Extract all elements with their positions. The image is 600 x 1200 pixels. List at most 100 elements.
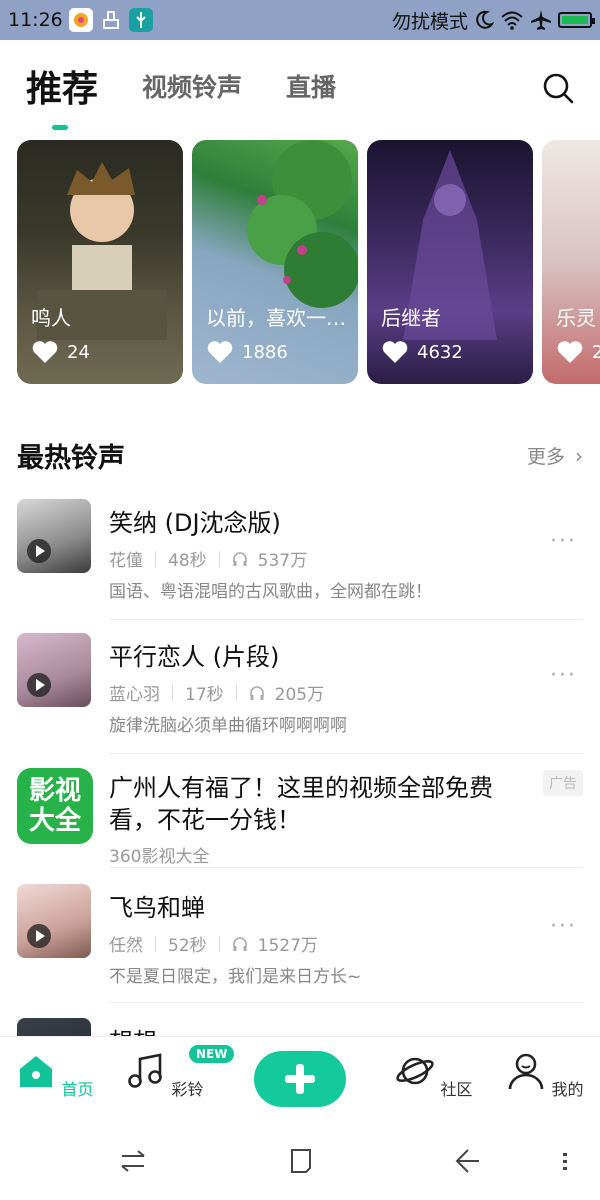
- list-item[interactable]: 笑纳 (DJ沈念版) 花僮 48秒 537万 国语、粤语混唱的古风歌曲，全网都在…: [17, 499, 583, 620]
- row-divider: [109, 867, 583, 868]
- section-title: 最热铃声: [17, 443, 125, 474]
- battery-icon: [558, 12, 595, 28]
- ringtone-thumbnail: [17, 884, 91, 958]
- ad-badge: 广告: [543, 770, 583, 796]
- likes-count: 1886: [242, 341, 288, 363]
- ad-app-icon: 影视大全: [17, 768, 93, 844]
- home-square-icon[interactable]: [286, 1146, 316, 1176]
- headphones-icon: [249, 685, 264, 700]
- headphones-icon: [232, 551, 247, 566]
- card-title: 后继者: [381, 306, 441, 330]
- heart-icon: [382, 341, 408, 363]
- nav-profile-label: 我的: [551, 1080, 584, 1099]
- list-item[interactable]: 飞鸟和蝉 任然 52秒 1527万 不是夏日限定，我们是来日方长~ ···: [17, 884, 583, 1003]
- system-nav: [0, 1124, 600, 1200]
- nav-home-label: 首页: [61, 1080, 94, 1099]
- menu-dots-icon[interactable]: [557, 1146, 573, 1176]
- more-options-icon[interactable]: ···: [550, 663, 577, 688]
- ringtone-plays: 537万: [257, 551, 308, 571]
- play-icon[interactable]: [27, 539, 51, 563]
- top-tabs: 推荐 视频铃声 直播: [0, 40, 600, 132]
- card-title: 以前，喜欢一个...: [206, 306, 356, 330]
- nav-community[interactable]: 社区: [394, 1051, 474, 1100]
- video-carousel: 鸣人 24 以前，喜欢一个... 1886 后继者 4632 乐灵 2: [17, 140, 600, 385]
- carousel-card[interactable]: 后继者 4632: [367, 140, 533, 384]
- list-item[interactable]: 平行恋人 (片段) 蓝心羽 17秒 205万 旋律洗脑必须单曲循环啊啊啊啊 ··…: [17, 633, 583, 754]
- moon-icon: [476, 10, 494, 29]
- ringtone-thumbnail: [17, 633, 91, 707]
- card-likes: 4632: [381, 340, 463, 364]
- carousel-card[interactable]: 以前，喜欢一个... 1886: [192, 140, 358, 384]
- heart-icon: [32, 341, 58, 363]
- ringtone-thumbnail: [17, 499, 91, 573]
- clean-icon: [99, 8, 123, 32]
- status-bar: 11:26 勿扰模式: [0, 0, 600, 40]
- ringtone-artist: 任然: [109, 936, 143, 956]
- row-divider: [109, 1002, 583, 1003]
- ringtone-info: 想想: [109, 1022, 549, 1036]
- ringtone-title: 想想: [109, 1022, 549, 1036]
- nav-home[interactable]: 首页: [15, 1051, 95, 1100]
- new-badge: NEW: [189, 1045, 235, 1063]
- heart-icon: [557, 341, 583, 363]
- ringtone-duration: 48秒: [168, 551, 207, 571]
- tab-live[interactable]: 直播: [286, 68, 336, 104]
- ringtone-meta: 花僮 48秒 537万: [109, 546, 549, 571]
- switch-icon[interactable]: [118, 1146, 148, 1176]
- ad-item[interactable]: 影视大全 广州人有福了！这里的视频全部免费看，不花一分钱！ 360影视大全 广告: [17, 768, 583, 868]
- airplane-icon: [531, 10, 551, 30]
- play-icon[interactable]: [27, 673, 51, 697]
- row-divider: [109, 753, 583, 754]
- add-button[interactable]: [254, 1051, 346, 1107]
- section-header: 最热铃声 更多 ›: [17, 436, 583, 475]
- divider: [172, 684, 173, 701]
- ringtone-plays: 205万: [274, 685, 325, 705]
- back-icon[interactable]: [452, 1146, 482, 1176]
- card-likes: 1886: [206, 340, 288, 364]
- headphones-icon: [232, 936, 247, 951]
- more-options-icon[interactable]: ···: [550, 914, 577, 939]
- ringtone-thumbnail: [17, 1018, 91, 1036]
- app-notification-icon: [68, 8, 93, 32]
- ringtone-meta: 任然 52秒 1527万: [109, 931, 549, 956]
- ringtone-desc: 国语、粤语混唱的古风歌曲，全网都在跳！: [109, 582, 432, 602]
- play-icon[interactable]: [27, 924, 51, 948]
- chevron-right-icon: ›: [575, 443, 583, 468]
- more-link[interactable]: 更多 ›: [527, 442, 583, 469]
- more-options-icon[interactable]: ···: [550, 529, 577, 554]
- carousel-card[interactable]: 鸣人 24: [17, 140, 183, 384]
- ringtone-meta: 蓝心羽 17秒 205万: [109, 680, 549, 705]
- home-icon: [20, 1056, 53, 1087]
- ad-source: 360影视大全: [109, 847, 210, 867]
- tab-video-ringtone[interactable]: 视频铃声: [142, 68, 242, 104]
- nav-profile[interactable]: 我的: [505, 1051, 585, 1100]
- divider: [235, 684, 237, 701]
- ringtone-desc: 不是夏日限定，我们是来日方长~: [109, 967, 362, 987]
- ringtone-duration: 52秒: [168, 936, 207, 956]
- ad-title: 广州人有福了！这里的视频全部免费看，不花一分钱！: [109, 774, 493, 834]
- ringtone-desc: 旋律洗脑必须单曲循环啊啊啊啊: [109, 716, 347, 736]
- divider: [218, 550, 220, 567]
- search-icon[interactable]: [542, 72, 574, 104]
- likes-count: 4632: [417, 341, 463, 363]
- carousel-card[interactable]: 乐灵 2: [542, 140, 600, 384]
- user-icon: [509, 1053, 544, 1090]
- wifi-icon: [501, 11, 523, 30]
- bottom-nav: 首页 彩铃 NEW 社区 我的: [0, 1036, 600, 1124]
- plus-icon: [285, 1064, 315, 1094]
- nav-community-label: 社区: [440, 1080, 473, 1099]
- heart-icon: [207, 341, 233, 363]
- music-note-icon: [128, 1053, 163, 1088]
- divider: [155, 935, 156, 952]
- list-item[interactable]: 想想: [17, 1018, 583, 1036]
- ringtone-title: 笑纳 (DJ沈念版): [109, 509, 281, 537]
- ad-info: 广州人有福了！这里的视频全部免费看，不花一分钱！ 360影视大全: [109, 772, 549, 867]
- likes-count: 24: [67, 341, 90, 363]
- ringtone-artist: 蓝心羽: [109, 685, 160, 705]
- card-title: 乐灵: [556, 306, 596, 330]
- ringtone-info: 平行恋人 (片段) 蓝心羽 17秒 205万 旋律洗脑必须单曲循环啊啊啊啊: [109, 637, 549, 736]
- planet-icon: [396, 1057, 435, 1085]
- more-label: 更多: [526, 446, 565, 468]
- ringtone-artist: 花僮: [109, 551, 143, 571]
- tab-recommend[interactable]: 推荐: [26, 60, 98, 130]
